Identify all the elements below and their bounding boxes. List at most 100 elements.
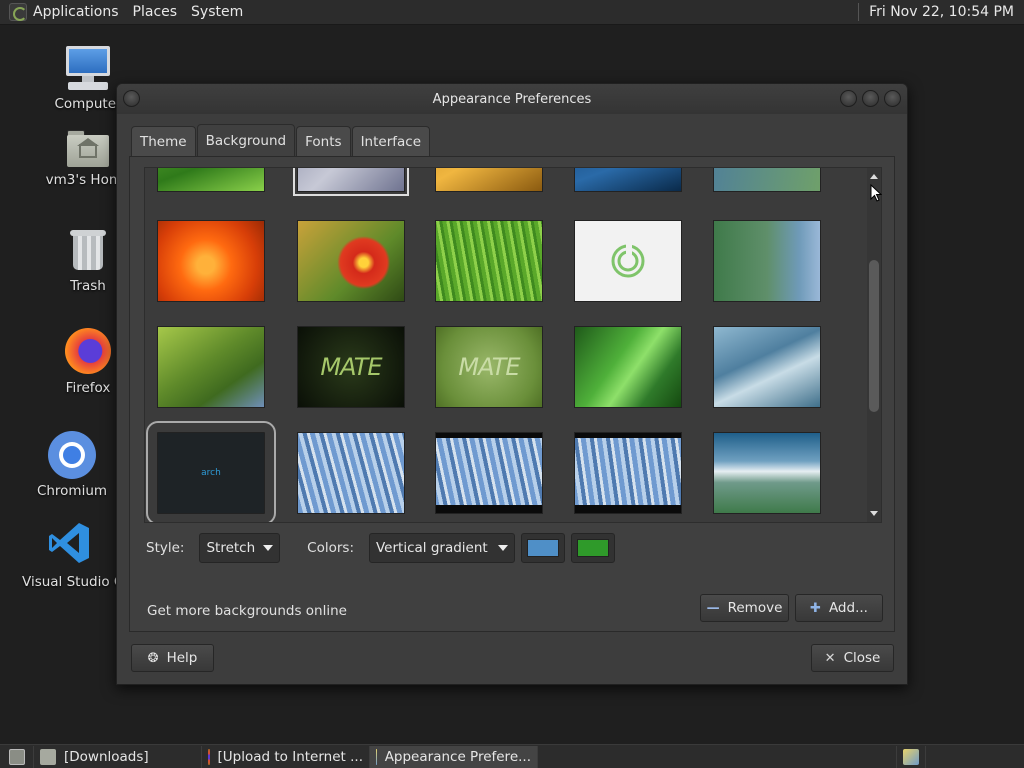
wallpaper-thumbnail[interactable] [157, 326, 265, 408]
minimize-button[interactable] [840, 90, 857, 107]
firefox-icon [65, 328, 111, 374]
wallpaper-thumbnail[interactable] [574, 432, 682, 514]
taskbar-item-label: [Upload to Internet ... [217, 748, 363, 765]
background-tab-panel: MATE MATE arch Style: Stretch Colors: Ve… [129, 156, 895, 632]
computer-icon [64, 46, 112, 92]
chevron-down-icon [498, 545, 508, 551]
maximize-button[interactable] [862, 90, 879, 107]
tab-fonts[interactable]: Fonts [296, 126, 351, 156]
window-menu-button[interactable] [123, 90, 140, 107]
wallpaper-thumbnail[interactable] [293, 168, 409, 196]
wallpaper-thumbnail[interactable] [157, 220, 265, 302]
wallpaper-thumbnail[interactable] [574, 326, 682, 408]
tab-interface[interactable]: Interface [351, 126, 431, 156]
tab-background[interactable]: Background [196, 124, 296, 156]
style-dropdown-value: Stretch [206, 540, 256, 556]
home-folder-icon [65, 128, 111, 168]
firefox-icon [208, 748, 210, 765]
style-dropdown[interactable]: Stretch [199, 533, 281, 563]
workspace-switcher[interactable] [896, 745, 926, 768]
mate-wordmark: MATE [458, 353, 520, 381]
wallpaper-thumbnail[interactable] [574, 168, 682, 192]
help-label: Help [166, 650, 198, 666]
colors-dropdown-value: Vertical gradient [376, 540, 488, 556]
colors-label: Colors: [307, 540, 354, 556]
wallpaper-thumbnail[interactable] [435, 220, 543, 302]
panel-separator [858, 3, 860, 21]
desktop-icon-label: Chromium [36, 483, 108, 499]
folder-icon [40, 748, 56, 765]
close-window-button[interactable] [884, 90, 901, 107]
scrollbar-thumb[interactable] [869, 260, 879, 412]
wallpaper-thumbnail-selected[interactable]: arch [146, 421, 276, 522]
taskbar-item-label: [Downloads] [64, 748, 149, 765]
secondary-color-button[interactable] [571, 533, 615, 563]
wallpaper-thumbnail[interactable] [435, 168, 543, 192]
scroll-up-arrow-icon[interactable] [870, 174, 878, 179]
colors-dropdown[interactable]: Vertical gradient [369, 533, 515, 563]
add-button[interactable]: ✚ Add... [795, 594, 883, 622]
top-panel: Applications Places System Fri Nov 22, 1… [0, 0, 1024, 25]
get-more-backgrounds-link[interactable]: Get more backgrounds online [147, 603, 347, 619]
bottom-panel: [Downloads] [Upload to Internet ... Appe… [0, 744, 1024, 768]
desktop-icon-chromium[interactable]: Chromium [22, 431, 122, 499]
add-label: Add... [828, 600, 868, 616]
close-button[interactable]: ✕ Close [811, 644, 894, 672]
chevron-down-icon [263, 545, 274, 551]
secondary-color-swatch [577, 539, 609, 557]
menu-applications[interactable]: Applications [33, 4, 119, 20]
workspace-icon [903, 748, 919, 765]
appearance-icon [376, 748, 377, 765]
wallpaper-thumbnail[interactable] [713, 326, 821, 408]
mint-logo-icon [611, 244, 645, 278]
wallpaper-gallery[interactable]: MATE MATE arch [144, 167, 882, 523]
wallpaper-thumbnail[interactable] [297, 220, 405, 302]
wallpaper-thumbnail[interactable] [435, 432, 543, 514]
plus-icon: ✚ [810, 600, 821, 616]
primary-color-button[interactable] [521, 533, 565, 563]
trash-icon [70, 226, 106, 272]
vscode-icon [49, 523, 89, 563]
wallpaper-thumbnail[interactable]: MATE [435, 326, 543, 408]
menu-places[interactable]: Places [133, 4, 178, 20]
wallpaper-thumbnail[interactable] [574, 220, 682, 302]
style-label: Style: [146, 540, 185, 556]
window-title: Appearance Preferences [432, 91, 592, 107]
mate-logo-icon[interactable] [9, 3, 27, 21]
wallpaper-thumbnail[interactable] [713, 220, 821, 302]
scroll-down-arrow-icon[interactable] [870, 511, 878, 516]
show-desktop-icon [8, 748, 25, 765]
taskbar-item-firefox[interactable]: [Upload to Internet ... [202, 745, 370, 768]
help-button[interactable]: ❂ Help [131, 644, 214, 672]
window-titlebar[interactable]: Appearance Preferences [117, 84, 907, 114]
chromium-icon [48, 431, 96, 479]
gallery-scrollbar[interactable] [867, 168, 881, 522]
appearance-preferences-window: Appearance Preferences Theme Background … [116, 83, 908, 685]
taskbar-item-appearance[interactable]: Appearance Prefere... [370, 745, 538, 768]
close-label: Close [843, 650, 881, 666]
arch-logo-text: arch [201, 468, 221, 478]
wallpaper-thumbnail[interactable] [157, 168, 265, 192]
show-desktop-button[interactable] [0, 745, 34, 768]
tab-theme[interactable]: Theme [131, 126, 196, 156]
primary-color-swatch [527, 539, 559, 557]
mate-wordmark: MATE [320, 353, 382, 381]
help-icon: ❂ [147, 650, 159, 666]
remove-button[interactable]: — Remove [700, 594, 789, 622]
tab-bar: Theme Background Fonts Interface [131, 124, 431, 156]
wallpaper-thumbnail[interactable] [713, 432, 821, 514]
close-icon: ✕ [824, 650, 836, 666]
wallpaper-thumbnail[interactable]: MATE [297, 326, 405, 408]
mouse-cursor-icon [870, 184, 882, 202]
clock[interactable]: Fri Nov 22, 10:54 PM [869, 4, 1014, 20]
remove-label: Remove [727, 600, 783, 616]
minus-icon: — [706, 600, 720, 616]
wallpaper-thumbnail[interactable] [297, 432, 405, 514]
style-colors-row: Style: Stretch Colors: Vertical gradient [146, 533, 615, 563]
menu-system[interactable]: System [191, 4, 243, 20]
taskbar-item-label: Appearance Prefere... [384, 748, 531, 765]
taskbar-item-downloads[interactable]: [Downloads] [34, 745, 202, 768]
desktop-icon-vscode[interactable]: Visual Studio Code [22, 520, 116, 590]
desktop-icon-label: Visual Studio Code [22, 574, 116, 590]
wallpaper-thumbnail[interactable] [713, 168, 821, 192]
